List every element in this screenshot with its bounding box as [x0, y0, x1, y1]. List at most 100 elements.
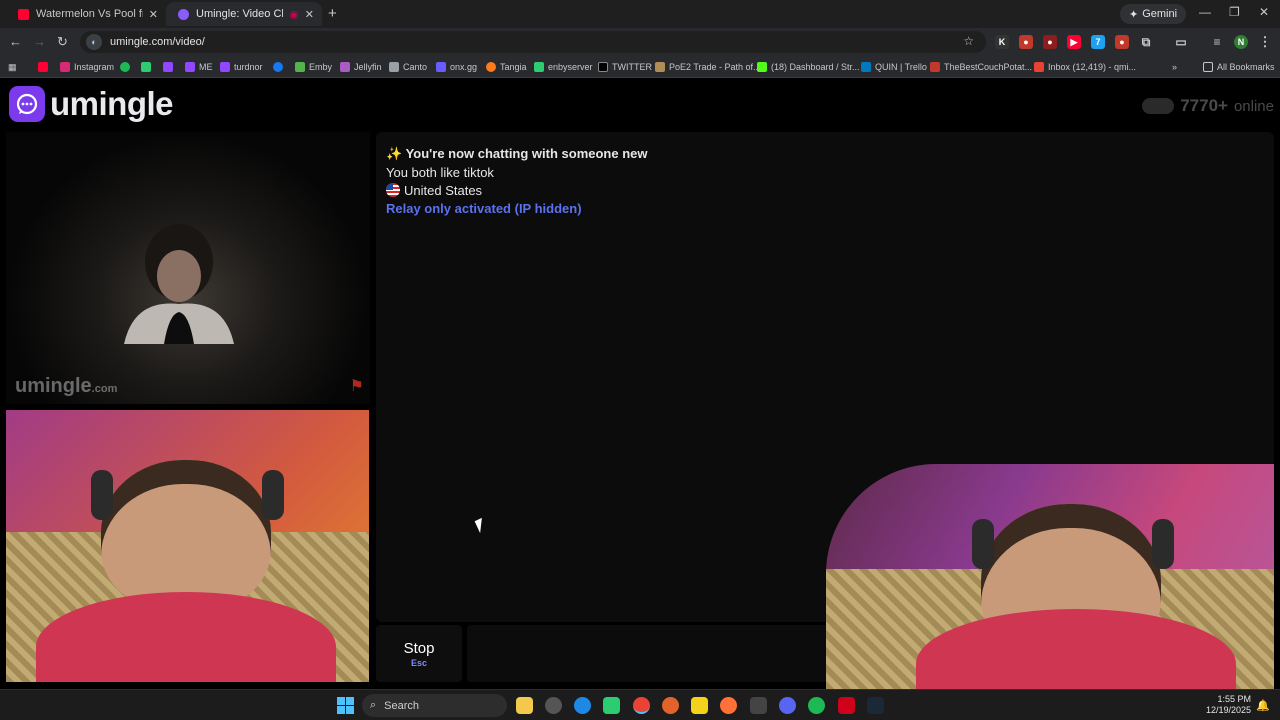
report-flag-icon[interactable]: ⚑ — [350, 376, 364, 396]
close-tab-icon[interactable]: ✕ — [149, 8, 158, 21]
bookmark-tangia[interactable]: Tangia — [486, 60, 527, 74]
extension-7tv-icon[interactable]: 7 — [1091, 35, 1105, 49]
extensions-puzzle-icon[interactable]: ⧉ — [1139, 35, 1153, 49]
umingle-page: umingle 7770+ online umingle.com ⚑ ✨ You… — [0, 79, 1280, 689]
poe-icon — [655, 62, 665, 72]
tab-umingle[interactable]: Umingle: Video Chat with S ◉ ✕ — [166, 2, 322, 26]
bookmark-turdnor[interactable]: turdnor — [220, 60, 263, 74]
twitch-icon — [163, 62, 173, 72]
twitch-icon — [220, 62, 230, 72]
chatgpt-icon[interactable] — [545, 697, 562, 714]
menu-kebab-icon[interactable]: ⋮ — [1258, 34, 1272, 49]
self-head — [101, 460, 271, 610]
bookmark-emby[interactable]: Emby — [295, 60, 332, 74]
online-counter: 7770+ online — [1142, 96, 1274, 116]
bookmark-label: PoE2 Trade - Path of... — [669, 62, 761, 72]
reload-icon[interactable]: ↻ — [57, 34, 68, 50]
new-chat-text: You're now chatting with someone new — [405, 146, 648, 161]
country-text: United States — [404, 183, 483, 198]
extension-bttv-icon[interactable]: ● — [1115, 35, 1129, 49]
app-icon[interactable] — [750, 697, 767, 714]
bookmark-canto[interactable]: Canto — [389, 60, 427, 74]
notification-bell-icon[interactable]: 🔔 — [1256, 699, 1270, 712]
apps-grid-icon[interactable]: ▦ — [8, 60, 17, 74]
chrome-icon[interactable] — [633, 697, 650, 714]
restore-icon[interactable]: ❐ — [1229, 5, 1240, 19]
side-panel-icon[interactable]: ▭ — [1174, 35, 1188, 49]
bookmark-spotify[interactable] — [120, 60, 130, 74]
windows-start-icon[interactable] — [337, 697, 354, 714]
url-text[interactable]: umingle.com/video/ — [110, 36, 205, 48]
extension-record-icon[interactable]: ● — [1043, 35, 1057, 49]
emby-icon — [295, 62, 305, 72]
all-bookmarks[interactable]: All Bookmarks — [1203, 60, 1275, 74]
bookmark-label: All Bookmarks — [1217, 62, 1275, 72]
steam-icon[interactable] — [867, 697, 884, 714]
back-icon[interactable]: ← — [9, 34, 22, 49]
close-window-icon[interactable]: ✕ — [1259, 5, 1269, 19]
bookmark-label: Inbox (12,419) - qmi... — [1048, 62, 1137, 72]
firefox-icon[interactable] — [720, 697, 737, 714]
onx-icon — [436, 62, 446, 72]
bookmark-twitter[interactable]: TWITTER — [598, 60, 652, 74]
youtube-icon — [38, 62, 48, 72]
bookmark-onx[interactable]: onx.gg — [436, 60, 477, 74]
extension-fox-icon[interactable]: ● — [1019, 35, 1033, 49]
stranger-silhouette — [124, 224, 234, 344]
bookmark-label: Jellyfin — [354, 62, 382, 72]
media-controls-icon[interactable]: ≡ — [1210, 35, 1224, 49]
bookmark-enbyserver[interactable]: enbyserver — [534, 60, 593, 74]
close-tab-icon[interactable]: ✕ — [305, 8, 314, 21]
chat-app-icon — [141, 62, 151, 72]
bookmark-star-icon[interactable]: ☆ — [963, 34, 974, 48]
chat-bubble-icon — [9, 86, 45, 122]
stranger-video: umingle.com ⚑ — [6, 132, 370, 404]
bookmark-poe2[interactable]: PoE2 Trade - Path of... — [655, 60, 761, 74]
trello-icon — [861, 62, 871, 72]
address-bar[interactable]: ◐ umingle.com/video/ ☆ — [80, 31, 986, 53]
kick-icon — [757, 62, 767, 72]
pip-self-video[interactable] — [826, 464, 1274, 689]
bookmark-instagram[interactable]: Instagram — [60, 60, 114, 74]
bookmark-trello[interactable]: QUIN | Trello — [861, 60, 927, 74]
bookmark-facebook[interactable] — [273, 60, 283, 74]
umingle-logo[interactable]: umingle — [9, 85, 174, 123]
minimize-icon[interactable]: — — [1199, 5, 1211, 19]
profile-avatar[interactable]: N — [1234, 35, 1248, 49]
taskbar-search[interactable]: ⌕ Search — [362, 694, 507, 717]
discord-icon[interactable] — [779, 697, 796, 714]
system-clock[interactable]: 1:55 PM 12/19/2025 — [1206, 694, 1251, 716]
bookmark-gmail[interactable]: Inbox (12,419) - qmi... — [1034, 60, 1136, 74]
tab-youtube[interactable]: Watermelon Vs Pool from 45m ✕ — [6, 2, 166, 26]
canto-icon — [389, 62, 399, 72]
twitch-icon — [185, 62, 195, 72]
extension-youtube-icon[interactable]: ▶ — [1067, 35, 1081, 49]
gemini-label: Gemini — [1142, 8, 1178, 20]
online-toggle[interactable] — [1142, 98, 1175, 114]
opera-icon[interactable] — [838, 697, 855, 714]
stop-button[interactable]: Stop Esc — [376, 625, 462, 682]
search-label: Search — [384, 699, 420, 712]
play-app-icon[interactable] — [603, 697, 620, 714]
new-tab-button[interactable]: + — [328, 5, 337, 22]
spotify-icon[interactable] — [808, 697, 825, 714]
edge-icon[interactable] — [574, 697, 591, 714]
sticky-notes-icon[interactable] — [691, 697, 708, 714]
new-chat-message: ✨ You're now chatting with someone new — [386, 146, 648, 162]
bookmark-youtube[interactable] — [38, 60, 48, 74]
site-info-icon[interactable]: ◐ — [86, 34, 102, 50]
forward-icon[interactable]: → — [33, 34, 46, 49]
bookmark-chat[interactable] — [141, 60, 151, 74]
more-bookmarks-chevron-icon[interactable]: » — [1172, 60, 1177, 74]
bookmark-label: (18) Dashboard / Str... — [771, 62, 860, 72]
obs-icon[interactable] — [662, 697, 679, 714]
extension-k-icon[interactable]: K — [995, 35, 1009, 49]
gemini-button[interactable]: ✦ Gemini — [1120, 4, 1187, 24]
bookmark-twitch-1[interactable] — [163, 60, 173, 74]
bookmark-jellyfin[interactable]: Jellyfin — [340, 60, 382, 74]
file-explorer-icon[interactable] — [516, 697, 533, 714]
bookmark-label: turdnor — [234, 62, 263, 72]
bookmark-me[interactable]: ME — [185, 60, 213, 74]
bookmark-couchpotato[interactable]: TheBestCouchPotat... — [930, 60, 1032, 74]
bookmark-kick-dashboard[interactable]: (18) Dashboard / Str... — [757, 60, 860, 74]
